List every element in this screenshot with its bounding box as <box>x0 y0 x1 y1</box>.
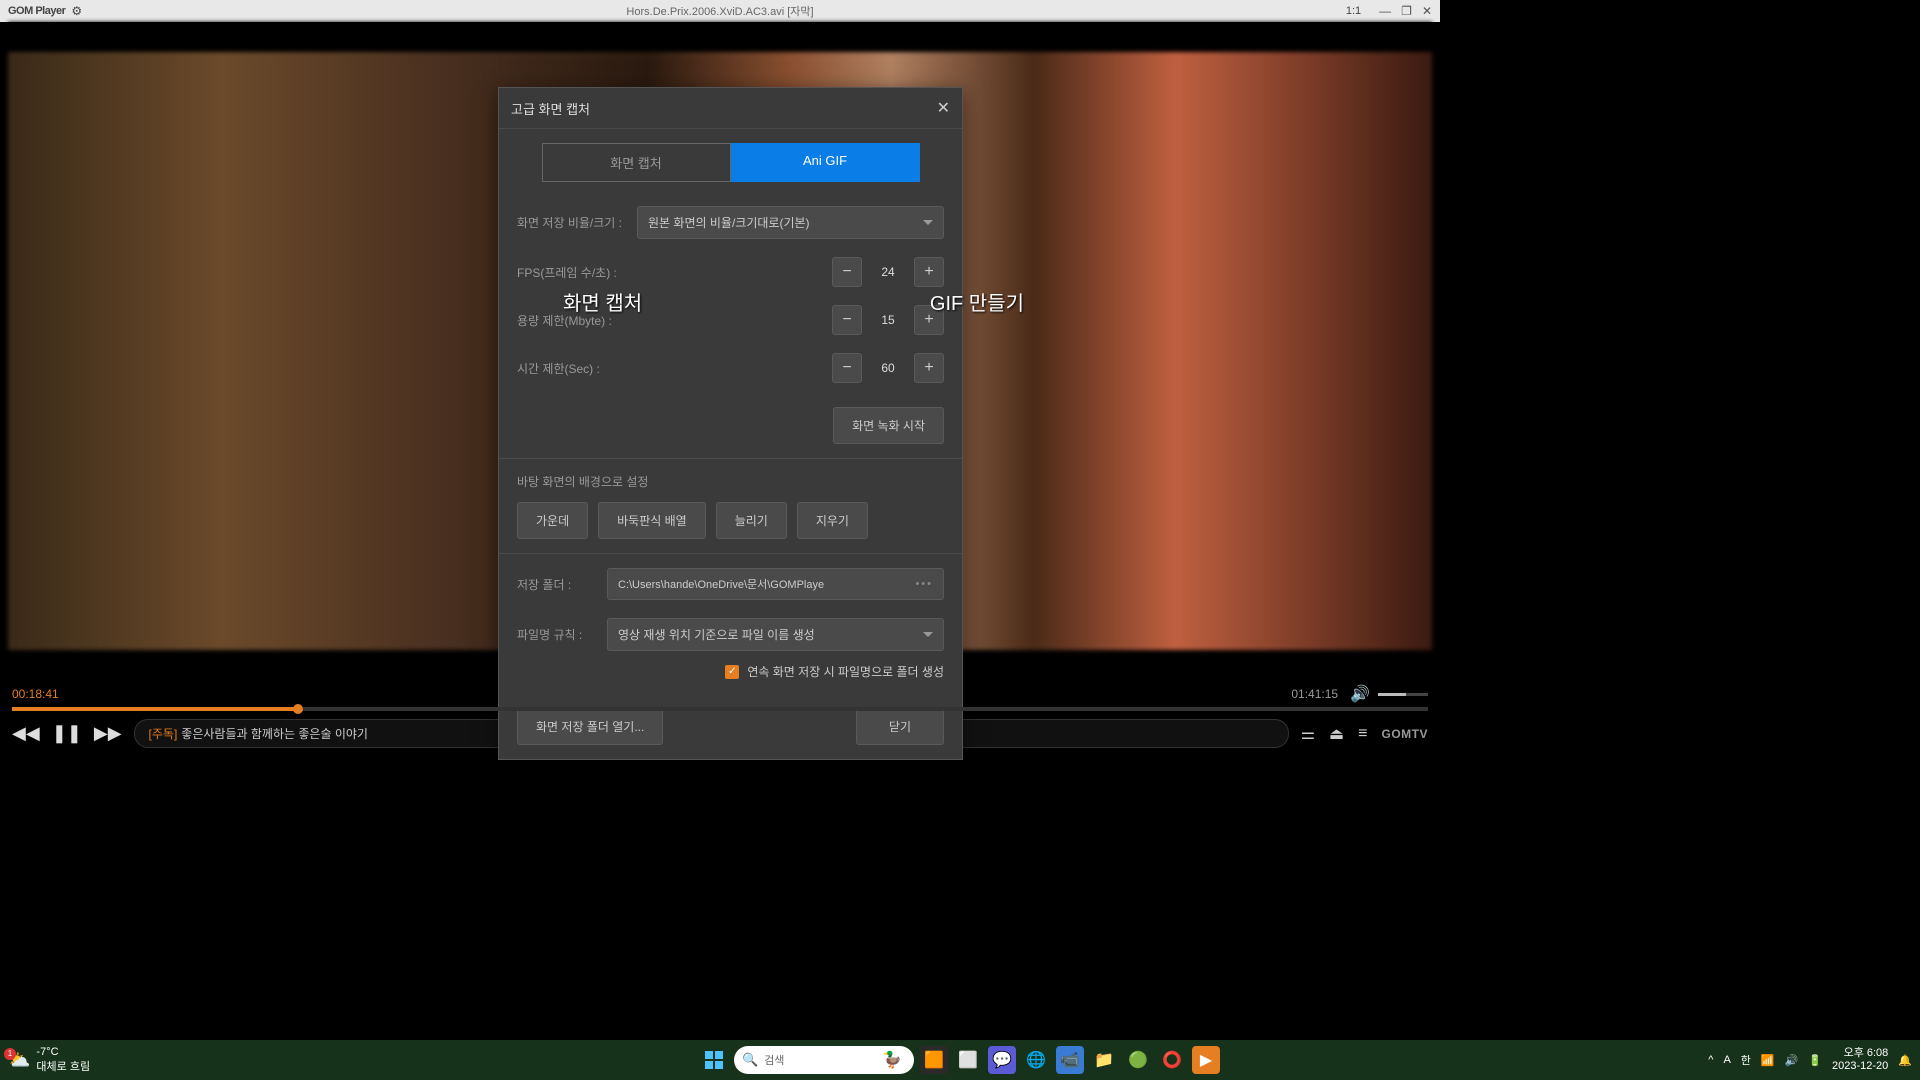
playlist-icon[interactable]: ≡ <box>1358 725 1367 743</box>
ticker-tag: [주독] <box>149 725 178 742</box>
window-titlebar: GOM Player ⚙ Hors.De.Prix.2006.XviD.AC3.… <box>0 0 1440 22</box>
weather-icon: ⛅1 <box>8 1050 30 1071</box>
create-folder-label: 연속 화면 저장 시 파일명으로 폴더 생성 <box>747 663 944 680</box>
sound-tray-icon[interactable]: 🔊 <box>1785 1054 1799 1067</box>
wallpaper-section-title: 바탕 화면의 배경으로 설정 <box>517 473 944 490</box>
gomplayer-taskbar-icon[interactable]: ▶ <box>1192 1046 1220 1074</box>
maximize-icon[interactable]: ❐ <box>1401 4 1412 18</box>
folder-path-value: C:\Users\hande\OneDrive\문서\GOMPlaye <box>618 576 824 592</box>
wallpaper-center-button[interactable]: 가운데 <box>517 502 588 539</box>
open-save-folder-button[interactable]: 화면 저장 폴더 열기... <box>517 708 663 745</box>
ratio-label: 화면 저장 비율/크기 : <box>517 214 637 231</box>
app-name: GOM Player <box>8 5 65 17</box>
ratio-select[interactable]: 원본 화면의 비율/크기대로(기본) <box>637 206 944 239</box>
taskbar-weather[interactable]: ⛅1 -7°C 대체로 흐림 <box>8 1046 90 1074</box>
fps-minus-button[interactable]: − <box>832 257 862 287</box>
tray-time: 오후 6:08 <box>1832 1047 1888 1060</box>
tray-chevron-icon[interactable]: ^ <box>1708 1054 1713 1066</box>
close-window-icon[interactable]: ✕ <box>1422 4 1432 18</box>
video-area: 고급 화면 캡처 ✕ 화면 캡처 Ani GIF 화면 캡처 GIF 만들기 화… <box>0 22 1440 680</box>
task-view-icon[interactable]: ⬜ <box>954 1046 982 1074</box>
next-button[interactable]: ▶▶ <box>94 723 122 744</box>
size-value: 15 <box>868 313 908 327</box>
ime-mode-icon[interactable]: A <box>1723 1054 1730 1066</box>
wallpaper-stretch-button[interactable]: 늘리기 <box>716 502 787 539</box>
folder-label: 저장 폴더 : <box>517 576 607 593</box>
zoom-icon[interactable]: 📹 <box>1056 1046 1084 1074</box>
fps-value: 24 <box>868 265 908 279</box>
dialog-close-icon[interactable]: ✕ <box>937 98 950 118</box>
seek-fill <box>12 707 298 711</box>
search-placeholder: 검색 <box>764 1052 784 1068</box>
seek-bar[interactable] <box>12 707 1428 711</box>
battery-icon[interactable]: 🔋 <box>1808 1054 1822 1067</box>
wallpaper-clear-button[interactable]: 지우기 <box>797 502 868 539</box>
tray-date: 2023-12-20 <box>1832 1060 1888 1073</box>
previous-button[interactable]: ◀◀ <box>12 723 40 744</box>
file-title: Hors.De.Prix.2006.XviD.AC3.avi [자막] <box>626 3 813 19</box>
folder-path-input[interactable]: C:\Users\hande\OneDrive\문서\GOMPlaye ••• <box>607 568 944 600</box>
chevron-down-icon <box>923 220 933 225</box>
ticker-text: 좋은사람들과 함께하는 좋은술 이야기 <box>181 725 368 742</box>
dialog-close-button[interactable]: 닫기 <box>856 708 944 745</box>
minimize-icon[interactable]: — <box>1379 4 1391 18</box>
chevron-down-icon <box>923 632 933 637</box>
volume-slider[interactable] <box>1378 693 1428 696</box>
weather-badge: 1 <box>4 1048 16 1060</box>
advanced-capture-dialog: 고급 화면 캡처 ✕ 화면 캡처 Ani GIF 화면 캡처 GIF 만들기 화… <box>498 87 963 760</box>
tray-clock[interactable]: 오후 6:08 2023-12-20 <box>1832 1047 1888 1073</box>
edge-icon[interactable]: 🌐 <box>1022 1046 1050 1074</box>
current-time: 00:18:41 <box>12 687 59 701</box>
total-time: 01:41:15 <box>1291 687 1338 701</box>
tab-ani-gif[interactable]: Ani GIF <box>731 143 920 182</box>
ratio-value: 원본 화면의 비율/크기대로(기본) <box>648 214 810 231</box>
search-icon: 🔍 <box>742 1052 758 1068</box>
language-indicator[interactable]: 한 <box>1741 1052 1751 1068</box>
start-recording-button[interactable]: 화면 녹화 시작 <box>833 407 944 444</box>
taskbar-search[interactable]: 🔍 검색 🦆 <box>734 1046 914 1074</box>
filename-rule-value: 영상 재생 위치 기준으로 파일 이름 생성 <box>618 626 815 643</box>
seek-handle[interactable] <box>293 704 303 714</box>
annotation-capture: 화면 캡처 <box>563 287 642 316</box>
taskbar-app-1[interactable]: 🟧 <box>920 1046 948 1074</box>
time-limit-label: 시간 제한(Sec) : <box>517 360 637 377</box>
wifi-icon[interactable]: 📶 <box>1761 1054 1775 1067</box>
notifications-icon[interactable]: 🔔 <box>1898 1054 1912 1067</box>
size-minus-button[interactable]: − <box>832 305 862 335</box>
tab-screen-capture[interactable]: 화면 캡처 <box>542 143 731 182</box>
volume-icon[interactable]: 🔊 <box>1350 684 1370 704</box>
weather-temp: -7°C <box>36 1046 90 1058</box>
taskbar-app-2[interactable]: 💬 <box>988 1046 1016 1074</box>
taskbar-app-3[interactable]: ⭕ <box>1158 1046 1186 1074</box>
gomtv-logo[interactable]: GOMTV <box>1382 727 1429 741</box>
search-deco-icon: 🦆 <box>882 1050 902 1070</box>
dialog-title: 고급 화면 캡처 <box>511 99 590 118</box>
fps-label: FPS(프레임 수/초) : <box>517 264 637 281</box>
browse-folder-icon[interactable]: ••• <box>915 578 933 590</box>
equalizer-icon[interactable]: ⚌ <box>1301 724 1315 744</box>
time-value: 60 <box>868 361 908 375</box>
time-minus-button[interactable]: − <box>832 353 862 383</box>
windows-taskbar: ⛅1 -7°C 대체로 흐림 🔍 검색 🦆 🟧 ⬜ 💬 🌐 📹 📁 🟢 ⭕ ▶ … <box>0 1040 1920 1080</box>
aspect-ratio-label[interactable]: 1:1 <box>1346 5 1361 17</box>
time-plus-button[interactable]: + <box>914 353 944 383</box>
create-folder-checkbox[interactable]: ✓ <box>725 665 739 679</box>
settings-gear-icon[interactable]: ⚙ <box>71 4 82 18</box>
explorer-icon[interactable]: 📁 <box>1090 1046 1118 1074</box>
weather-desc: 대체로 흐림 <box>36 1058 90 1074</box>
filename-rule-select[interactable]: 영상 재생 위치 기준으로 파일 이름 생성 <box>607 618 944 651</box>
filename-rule-label: 파일명 규칙 : <box>517 626 607 643</box>
eject-icon[interactable]: ⏏ <box>1329 724 1344 744</box>
chrome-icon[interactable]: 🟢 <box>1124 1046 1152 1074</box>
start-button[interactable] <box>700 1046 728 1074</box>
fps-plus-button[interactable]: + <box>914 257 944 287</box>
wallpaper-tile-button[interactable]: 바둑판식 배열 <box>598 502 706 539</box>
pause-button[interactable]: ❚❚ <box>52 723 82 744</box>
annotation-gif: GIF 만들기 <box>930 287 1024 316</box>
